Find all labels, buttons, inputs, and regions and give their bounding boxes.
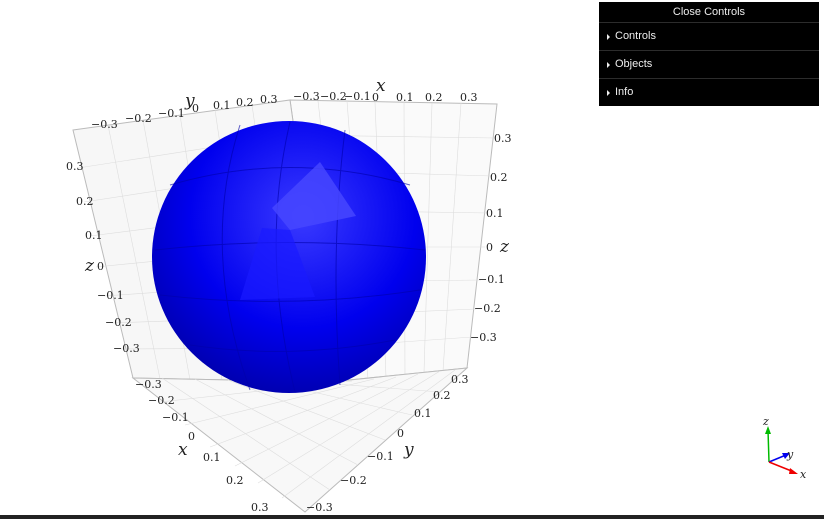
- svg-text:0.3: 0.3: [494, 132, 512, 145]
- y-axis-title-top: y: [184, 91, 195, 111]
- folder-controls[interactable]: Controls: [599, 22, 819, 50]
- svg-text:−0.3: −0.3: [91, 118, 118, 131]
- gizmo-x-arrow: [789, 468, 798, 474]
- folder-objects[interactable]: Objects: [599, 50, 819, 78]
- svg-text:−0.3: −0.3: [113, 342, 140, 355]
- svg-text:0.3: 0.3: [460, 91, 478, 104]
- y-axis-title-bottom: y: [403, 440, 414, 460]
- svg-text:0.1: 0.1: [414, 407, 432, 420]
- sphere-object[interactable]: [152, 121, 426, 393]
- svg-text:−0.3: −0.3: [306, 501, 333, 514]
- svg-text:0.1: 0.1: [203, 451, 221, 464]
- controls-panel: Close Controls Controls Objects Info: [599, 2, 819, 106]
- gizmo-y-axis: [768, 454, 787, 463]
- caret-right-icon: [607, 89, 610, 96]
- x-axis-title-bottom: x: [178, 440, 188, 460]
- svg-text:0.2: 0.2: [433, 389, 451, 402]
- 3d-viewport[interactable]: −0.3 −0.2 −0.1 0 0.1 0.2 0.3 x −0.3 −0.2…: [0, 0, 824, 519]
- gizmo-z-axis: [767, 429, 770, 463]
- z-axis-title-right: z: [499, 237, 510, 257]
- svg-text:−0.3: −0.3: [470, 331, 497, 344]
- orientation-gizmo: z y x: [762, 415, 807, 481]
- svg-text:−0.1: −0.1: [158, 107, 185, 120]
- top-x-tick-labels: −0.3 −0.2 −0.1 0 0.1 0.2 0.3 x: [293, 76, 478, 104]
- folder-info-label: Info: [615, 86, 634, 98]
- z-axis-title-left: z: [84, 256, 95, 276]
- svg-text:0: 0: [397, 427, 404, 440]
- svg-text:0.3: 0.3: [451, 373, 469, 386]
- gizmo-z-label: z: [762, 415, 769, 428]
- svg-text:−0.2: −0.2: [320, 90, 347, 103]
- svg-text:0.1: 0.1: [396, 91, 414, 104]
- svg-text:−0.1: −0.1: [162, 411, 189, 424]
- svg-text:−0.2: −0.2: [148, 394, 175, 407]
- folder-controls-label: Controls: [615, 30, 656, 42]
- svg-text:0.2: 0.2: [425, 91, 443, 104]
- bottom-border: [0, 515, 824, 519]
- svg-text:0: 0: [97, 260, 104, 273]
- svg-text:0: 0: [486, 241, 493, 254]
- close-controls-button[interactable]: Close Controls: [599, 2, 819, 22]
- svg-text:0.3: 0.3: [251, 501, 269, 514]
- svg-text:−0.2: −0.2: [125, 112, 152, 125]
- svg-text:0.1: 0.1: [85, 229, 103, 242]
- gizmo-x-label: x: [800, 468, 807, 481]
- svg-text:0: 0: [188, 430, 195, 443]
- svg-text:0.3: 0.3: [66, 160, 84, 173]
- svg-text:0.3: 0.3: [260, 93, 278, 106]
- svg-text:0.2: 0.2: [226, 474, 244, 487]
- svg-text:−0.3: −0.3: [293, 90, 320, 103]
- svg-text:−0.3: −0.3: [135, 378, 162, 391]
- svg-text:−0.2: −0.2: [340, 474, 367, 487]
- folder-info[interactable]: Info: [599, 78, 819, 106]
- gizmo-y-label: y: [786, 448, 794, 461]
- svg-text:−0.1: −0.1: [97, 289, 124, 302]
- svg-text:−0.1: −0.1: [478, 273, 505, 286]
- svg-text:0.2: 0.2: [236, 96, 254, 109]
- caret-right-icon: [607, 33, 610, 40]
- svg-text:0.2: 0.2: [490, 171, 508, 184]
- svg-text:0.1: 0.1: [486, 207, 504, 220]
- folder-objects-label: Objects: [615, 58, 653, 70]
- caret-right-icon: [607, 61, 610, 68]
- x-axis-title: x: [376, 76, 386, 96]
- svg-text:−0.1: −0.1: [367, 450, 394, 463]
- svg-text:0.2: 0.2: [76, 195, 94, 208]
- svg-text:0.1: 0.1: [213, 99, 231, 112]
- svg-text:−0.2: −0.2: [105, 316, 132, 329]
- svg-text:−0.2: −0.2: [474, 302, 501, 315]
- svg-text:−0.1: −0.1: [344, 90, 371, 103]
